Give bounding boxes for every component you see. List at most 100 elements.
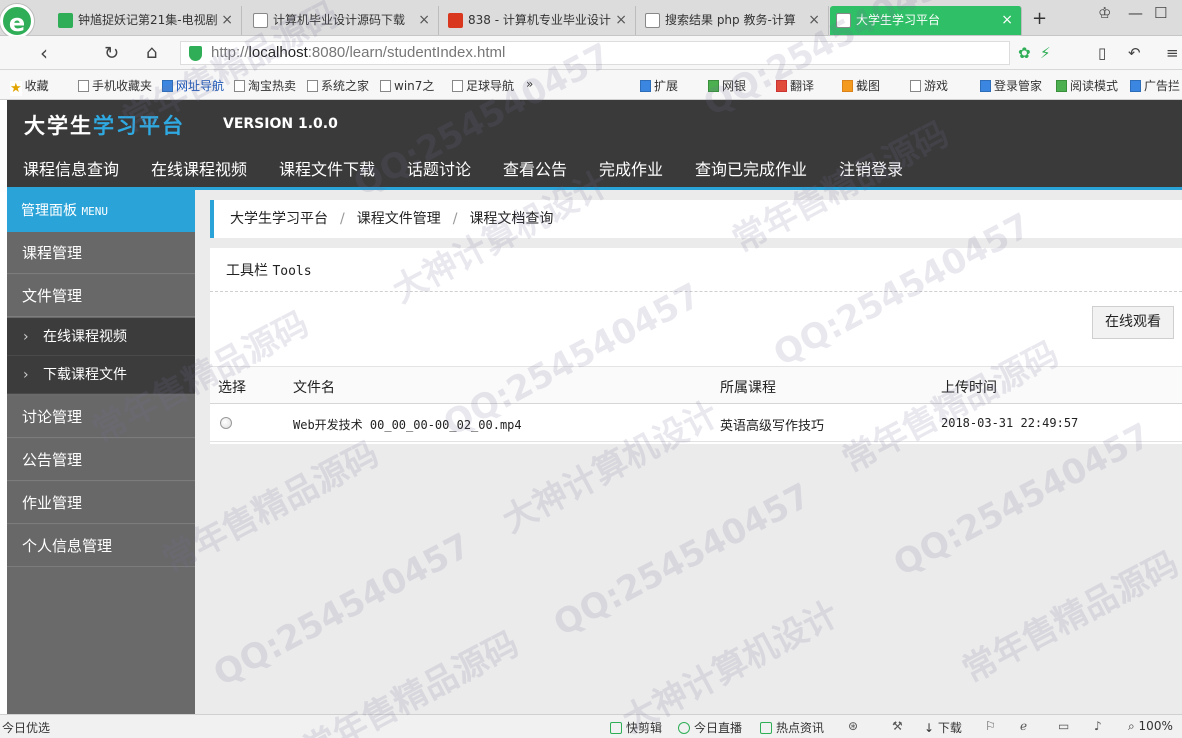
tab-favicon-icon bbox=[253, 13, 268, 28]
toolbar-reading-mode[interactable]: 阅读模式 bbox=[1056, 77, 1118, 94]
status-volume-icon[interactable]: ♪ bbox=[1094, 719, 1102, 733]
toolbar-extension[interactable]: 扩展 bbox=[640, 77, 678, 94]
browser-tab[interactable]: 计算机毕业设计源码下载 × bbox=[247, 6, 439, 35]
sidebar-subitem-download-files[interactable]: › 下载课程文件 bbox=[7, 356, 195, 394]
status-news[interactable]: 热点资讯 bbox=[760, 719, 824, 736]
toolbar-games[interactable]: 游戏 bbox=[910, 77, 948, 94]
undo-icon[interactable]: ↶ bbox=[1128, 44, 1141, 62]
url-input[interactable]: http://localhost:8080/learn/studentIndex… bbox=[180, 41, 1010, 65]
reload-icon[interactable]: ↻ bbox=[104, 43, 119, 64]
brand-title: 大学生学习平台 bbox=[24, 114, 185, 138]
column-header-filename: 文件名 bbox=[293, 380, 335, 396]
minimize-icon[interactable]: — bbox=[1128, 4, 1143, 22]
bookmark-item[interactable]: 足球导航 bbox=[452, 77, 514, 94]
status-bar: 今日优选 快剪辑 今日直播 热点资讯 ⊛ ⚒ ↓ 下载 ⚐ ℯ ▭ ♪ ⌕ 10… bbox=[0, 714, 1182, 738]
reader-icon[interactable]: ▯ bbox=[1098, 44, 1106, 62]
tab-close-icon[interactable]: × bbox=[418, 6, 430, 35]
status-zoom[interactable]: ⌕ 100% bbox=[1128, 719, 1173, 734]
toolbar-login-manager[interactable]: 登录管家 bbox=[980, 77, 1042, 94]
nav-announcements[interactable]: 查看公告 bbox=[503, 156, 567, 180]
status-refresh-icon[interactable]: ⊛ bbox=[848, 719, 858, 733]
zoom-icon: ⌕ bbox=[1128, 719, 1139, 733]
bookmark-favorites[interactable]: ★ 收藏 bbox=[10, 77, 49, 96]
bookmark-item[interactable]: 淘宝热卖 bbox=[234, 77, 296, 94]
page-icon bbox=[234, 80, 245, 92]
status-download[interactable]: ↓ 下载 bbox=[924, 719, 962, 736]
page-icon bbox=[307, 80, 318, 92]
sidebar-item-announcements[interactable]: 公告管理 bbox=[7, 439, 195, 481]
tab-close-icon[interactable]: × bbox=[221, 6, 233, 35]
secure-shield-icon bbox=[189, 46, 202, 61]
toolbar-translate[interactable]: 翻译 bbox=[776, 77, 814, 94]
watch-online-button[interactable]: 在线观看 bbox=[1092, 306, 1174, 339]
phone-icon bbox=[78, 80, 89, 92]
accelerate-icon[interactable]: ✿ bbox=[1018, 44, 1031, 62]
toolbar-bank[interactable]: 网银 bbox=[708, 77, 746, 94]
back-icon[interactable]: ‹ bbox=[40, 41, 48, 65]
sidebar-item-profile[interactable]: 个人信息管理 bbox=[7, 525, 195, 567]
browser-tab[interactable]: 搜索结果 php 教务-计算 × bbox=[639, 6, 829, 35]
star-icon: ★ bbox=[10, 81, 22, 96]
app-header: 大学生学习平台 VERSION 1.0.0 课程信息查询 在线课程视频 课程文件… bbox=[7, 100, 1182, 190]
status-daily-picks[interactable]: 今日优选 bbox=[2, 719, 50, 736]
breadcrumb-item[interactable]: 大学生学习平台 bbox=[230, 211, 328, 227]
table-row[interactable]: Web开发技术 00_00_00-00_02_00.mp4 英语高级写作技巧 2… bbox=[210, 404, 1182, 442]
tab-close-icon[interactable]: × bbox=[1001, 6, 1013, 35]
main-content: 大学生学习平台 / 课程文件管理 / 课程文档查询 工具栏 Tools 在线观看 选择 … bbox=[195, 190, 1182, 714]
nav-file-download[interactable]: 课程文件下载 bbox=[279, 156, 375, 180]
browser-tab-active[interactable]: 大学生学习平台 × bbox=[830, 6, 1022, 35]
cell-course: 英语高级写作技巧 bbox=[720, 419, 825, 434]
bookmark-item[interactable]: win7之 bbox=[380, 77, 434, 94]
sidebar-item-homework[interactable]: 作业管理 bbox=[7, 482, 195, 524]
maximize-icon[interactable]: ☐ bbox=[1154, 4, 1167, 22]
breadcrumb-item-current: 课程文档查询 bbox=[469, 211, 554, 227]
home-icon[interactable]: ⌂ bbox=[146, 42, 157, 63]
skin-icon[interactable]: ♔ bbox=[1098, 4, 1111, 22]
column-header-course: 所属课程 bbox=[720, 380, 776, 396]
sidebar-subitem-online-video[interactable]: › 在线课程视频 bbox=[7, 318, 195, 356]
browser-tab[interactable]: 838 - 计算机专业毕业设计 × bbox=[442, 6, 636, 35]
sidebar: 管理面板 MENU 课程管理 文件管理 › 在线课程视频 › 下载课程文件 讨论管理… bbox=[7, 190, 195, 714]
nav-logout[interactable]: 注销登录 bbox=[839, 156, 903, 180]
column-header-upload-time: 上传时间 bbox=[941, 380, 997, 396]
bookmark-overflow[interactable]: » bbox=[526, 77, 533, 91]
bookmarks-bar: ★ 收藏 手机收藏夹 网址导航 淘宝热卖 系统之家 win7之 足球导航 » 扩展… bbox=[0, 70, 1182, 100]
nav-online-video[interactable]: 在线课程视频 bbox=[151, 156, 247, 180]
status-window-icon[interactable]: ▭ bbox=[1058, 719, 1069, 733]
nav-discussion[interactable]: 话题讨论 bbox=[407, 156, 471, 180]
new-tab-button[interactable]: + bbox=[1032, 8, 1047, 29]
browser-logo-icon: e bbox=[0, 4, 34, 38]
nav-icon bbox=[162, 80, 173, 92]
browser-tab[interactable]: 钟馗捉妖记第21集-电视剧 × bbox=[52, 6, 242, 35]
status-ie-icon[interactable]: ℯ bbox=[1020, 719, 1027, 733]
row-select-radio[interactable] bbox=[220, 417, 232, 429]
menu-icon[interactable]: ≡ bbox=[1166, 44, 1179, 62]
toolbar-screenshot[interactable]: 截图 bbox=[842, 77, 880, 94]
tab-title: 大学生学习平台 bbox=[856, 13, 941, 27]
status-flag-icon[interactable]: ⚐ bbox=[985, 719, 996, 733]
bookmark-item[interactable]: 手机收藏夹 bbox=[78, 77, 152, 94]
sidebar-item-course[interactable]: 课程管理 bbox=[7, 232, 195, 274]
bookmark-item[interactable]: 系统之家 bbox=[307, 77, 369, 94]
cell-upload-time: 2018-03-31 22:49:57 bbox=[941, 416, 1079, 430]
toolbar-divider bbox=[210, 291, 1182, 292]
nav-course-info[interactable]: 课程信息查询 bbox=[23, 156, 119, 180]
sidebar-item-files[interactable]: 文件管理 bbox=[7, 275, 195, 317]
address-bar: ‹ ↻ ⌂ http://localhost:8080/learn/studen… bbox=[0, 36, 1182, 70]
status-quick-edit[interactable]: 快剪辑 bbox=[610, 719, 662, 736]
tab-favicon-icon bbox=[836, 13, 851, 28]
lightning-icon[interactable]: ⚡ bbox=[1040, 44, 1051, 62]
status-clean-icon[interactable]: ⚒ bbox=[892, 719, 903, 733]
breadcrumb: 大学生学习平台 / 课程文件管理 / 课程文档查询 bbox=[210, 200, 1182, 238]
news-icon bbox=[760, 722, 772, 734]
nav-completed-homework[interactable]: 查询已完成作业 bbox=[695, 156, 807, 180]
status-live[interactable]: 今日直播 bbox=[678, 719, 742, 736]
bookmark-item[interactable]: 网址导航 bbox=[162, 77, 224, 94]
nav-homework[interactable]: 完成作业 bbox=[599, 156, 663, 180]
cell-filename: Web开发技术 00_00_00-00_02_00.mp4 bbox=[293, 418, 522, 432]
sidebar-item-discussion[interactable]: 讨论管理 bbox=[7, 396, 195, 438]
toolbar-adblock[interactable]: 广告拦 bbox=[1130, 77, 1180, 94]
breadcrumb-item[interactable]: 课程文件管理 bbox=[357, 211, 441, 227]
tab-close-icon[interactable]: × bbox=[615, 6, 627, 35]
tab-close-icon[interactable]: × bbox=[808, 6, 820, 35]
